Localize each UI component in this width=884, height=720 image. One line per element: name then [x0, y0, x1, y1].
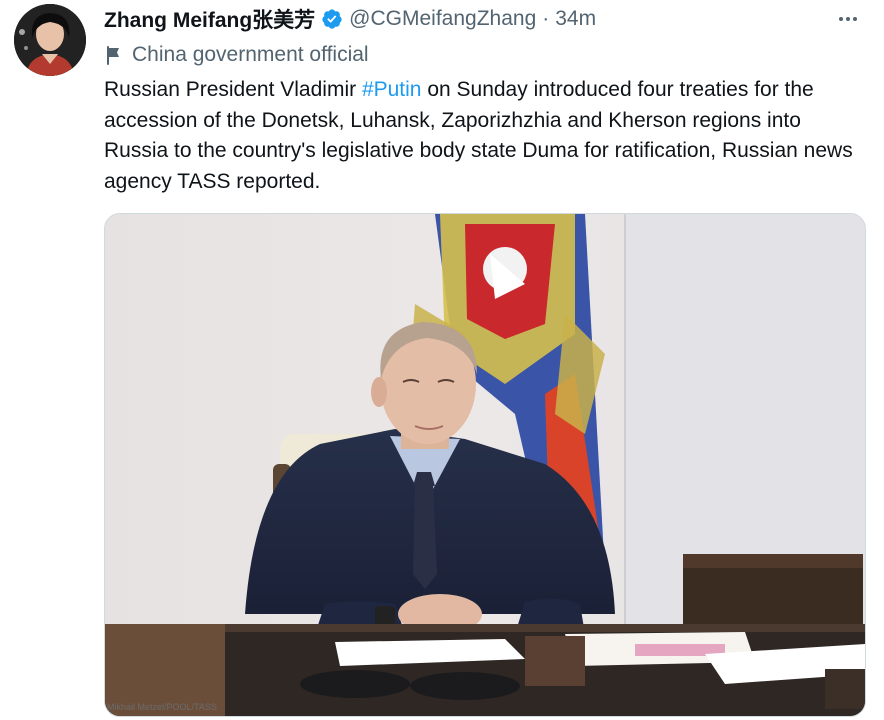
- tweet-photo[interactable]: Mikhail Metzel/POOL/TASS: [104, 213, 866, 717]
- hashtag-link[interactable]: #Putin: [362, 78, 422, 101]
- display-name[interactable]: Zhang Meifang张美芳: [104, 4, 315, 34]
- more-options-icon[interactable]: [836, 9, 860, 29]
- tweet-text: Russian President Vladimir #Putin on Sun…: [104, 75, 864, 197]
- photo-credit: Mikhail Metzel/POOL/TASS: [107, 702, 217, 712]
- user-handle[interactable]: @CGMeifangZhang: [349, 7, 536, 31]
- separator-dot: ·: [542, 7, 550, 30]
- timestamp[interactable]: 34m: [555, 7, 596, 31]
- affiliation-text[interactable]: China government official: [132, 43, 369, 67]
- verified-badge-icon: [321, 8, 343, 30]
- flag-icon: [107, 46, 119, 65]
- avatar[interactable]: [14, 4, 86, 76]
- tweet-header: Zhang Meifang张美芳 @CGMeifangZhang · 34m: [104, 5, 596, 33]
- tweet-text-part: Russian President Vladimir: [104, 78, 362, 101]
- affiliation-label: China government official: [104, 42, 369, 68]
